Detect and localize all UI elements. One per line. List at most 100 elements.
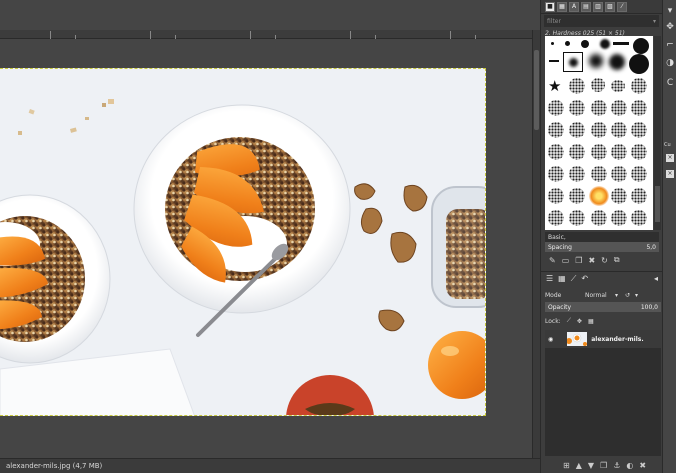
brush-swatch[interactable] bbox=[548, 166, 564, 182]
brush-swatch[interactable] bbox=[611, 166, 627, 182]
layer-name[interactable]: alexander-mils. bbox=[591, 336, 643, 343]
brush-swatch[interactable] bbox=[548, 144, 564, 160]
lock-position-icon[interactable]: ✥ bbox=[577, 318, 582, 325]
brush-swatch[interactable] bbox=[591, 122, 607, 138]
brush-swatch[interactable] bbox=[631, 78, 647, 94]
chevron-down-icon[interactable]: ▾ bbox=[635, 292, 638, 299]
new-layer-icon[interactable]: ⊞ bbox=[563, 461, 570, 470]
reset-mode-icon[interactable]: ↺ bbox=[625, 292, 635, 299]
opacity-value[interactable]: 100,0 bbox=[641, 304, 658, 311]
image-canvas[interactable] bbox=[0, 68, 486, 416]
brush-swatch[interactable] bbox=[611, 80, 625, 92]
undo-history-tab-icon[interactable]: ↶ bbox=[581, 274, 588, 283]
layer-row[interactable]: ◉ alexander-mils. bbox=[545, 330, 661, 348]
brush-swatch[interactable] bbox=[611, 188, 627, 204]
clone-tool-icon[interactable]: ◑ bbox=[665, 58, 675, 68]
brush-swatch[interactable] bbox=[569, 100, 585, 116]
brush-swatch[interactable] bbox=[591, 210, 607, 226]
move-tool-icon[interactable]: ✥ bbox=[665, 22, 675, 32]
fonts-tab-icon[interactable]: A bbox=[569, 1, 579, 12]
brush-swatch[interactable] bbox=[548, 122, 564, 138]
brush-swatch[interactable] bbox=[548, 210, 564, 226]
brush-swatch[interactable] bbox=[551, 42, 554, 45]
close-icon[interactable]: × bbox=[665, 168, 675, 178]
brush-swatch[interactable] bbox=[611, 144, 627, 160]
brush-swatch[interactable] bbox=[600, 39, 610, 49]
brush-swatch[interactable] bbox=[548, 100, 564, 116]
brush-swatch[interactable] bbox=[581, 40, 589, 48]
palette-tab-icon[interactable]: ▥ bbox=[593, 1, 603, 12]
gradients-tab-icon[interactable]: ▤ bbox=[581, 1, 591, 12]
brush-swatch[interactable] bbox=[591, 166, 607, 182]
brush-swatch[interactable] bbox=[631, 144, 647, 160]
mode-dropdown[interactable]: Normal bbox=[585, 292, 615, 299]
brush-swatch[interactable] bbox=[631, 166, 647, 182]
brush-swatch[interactable] bbox=[611, 122, 627, 138]
brush-swatch[interactable] bbox=[549, 60, 559, 62]
brush-swatch[interactable] bbox=[633, 38, 649, 54]
canvas-area[interactable]: alexander-mils.jpg (4,7 MB) bbox=[0, 0, 540, 473]
brush-swatch[interactable] bbox=[569, 188, 585, 204]
brush-filter-input[interactable]: filter bbox=[547, 18, 561, 25]
eye-icon[interactable]: ◉ bbox=[548, 336, 553, 343]
paint-brush-tab-icon[interactable]: ⁄ bbox=[617, 1, 627, 12]
channels-tab-icon[interactable]: ▦ bbox=[558, 274, 566, 283]
brush-swatch[interactable] bbox=[611, 210, 627, 226]
brush-swatch[interactable] bbox=[609, 54, 625, 70]
lower-layer-icon[interactable]: ▼ bbox=[588, 461, 594, 470]
scrollbar-thumb[interactable] bbox=[655, 186, 660, 222]
brush-swatch[interactable] bbox=[548, 188, 564, 204]
brush-swatch[interactable] bbox=[631, 210, 647, 226]
brush-swatch[interactable] bbox=[591, 100, 607, 116]
brush-tag-field[interactable]: Basic, bbox=[545, 232, 659, 242]
duplicate-layer-icon[interactable]: ❐ bbox=[600, 461, 607, 470]
star-brush-icon[interactable]: ★ bbox=[548, 78, 564, 94]
opacity-slider[interactable]: Opacity 100,0 bbox=[545, 302, 661, 312]
layer-list[interactable]: ◉ alexander-mils. bbox=[545, 330, 661, 456]
chevron-icon[interactable]: ▾ bbox=[665, 6, 675, 16]
chevron-down-icon[interactable]: ▾ bbox=[615, 292, 625, 299]
brush-swatch[interactable] bbox=[631, 188, 647, 204]
layers-tab-icon[interactable]: ☰ bbox=[546, 274, 553, 283]
brush-swatch[interactable] bbox=[589, 54, 603, 68]
delete-layer-icon[interactable]: ✖ bbox=[639, 461, 646, 470]
brush-grid-scrollbar[interactable] bbox=[654, 36, 661, 230]
brush-swatch[interactable] bbox=[611, 100, 627, 116]
brush-swatch[interactable] bbox=[569, 78, 585, 94]
color-brush-swatch[interactable] bbox=[589, 186, 609, 206]
brush-tag-value[interactable]: Basic, bbox=[548, 234, 566, 241]
brush-swatch[interactable] bbox=[631, 122, 647, 138]
canvas-vertical-scrollbar[interactable] bbox=[532, 30, 540, 458]
edit-brush-icon[interactable]: ✎ bbox=[549, 256, 556, 265]
brush-swatch[interactable] bbox=[569, 144, 585, 160]
scrollbar-thumb[interactable] bbox=[534, 50, 539, 130]
new-brush-icon[interactable]: ▭ bbox=[562, 256, 570, 265]
open-as-image-icon[interactable]: ⧉ bbox=[614, 255, 620, 265]
brush-swatch[interactable] bbox=[591, 78, 605, 92]
mask-layer-icon[interactable]: ◐ bbox=[626, 461, 633, 470]
tab-menu-icon[interactable]: ◂ bbox=[654, 274, 658, 283]
brush-swatch[interactable] bbox=[569, 122, 585, 138]
heal-tool-icon[interactable]: C bbox=[665, 78, 675, 88]
lock-pixels-icon[interactable]: ⟋ bbox=[567, 317, 571, 325]
brush-swatch[interactable] bbox=[613, 42, 629, 45]
chevron-down-icon[interactable]: ▾ bbox=[653, 18, 656, 25]
lock-alpha-icon[interactable]: ▦ bbox=[588, 318, 594, 325]
refresh-brushes-icon[interactable]: ↻ bbox=[601, 256, 608, 265]
delete-brush-icon[interactable]: ✖ bbox=[588, 256, 595, 265]
duplicate-brush-icon[interactable]: ❐ bbox=[575, 256, 582, 265]
brush-swatch[interactable] bbox=[631, 100, 647, 116]
brush-preview-grid[interactable]: ★ bbox=[545, 36, 653, 230]
raise-layer-icon[interactable]: ▲ bbox=[576, 461, 582, 470]
brush-swatch[interactable] bbox=[569, 210, 585, 226]
anchor-layer-icon[interactable]: ⚓ bbox=[613, 461, 620, 470]
paths-tab-icon[interactable]: ⟋ bbox=[571, 274, 577, 284]
crop-tool-icon[interactable]: ⌐ bbox=[665, 40, 675, 50]
brush-filter-row[interactable]: filter ▾ bbox=[544, 15, 659, 27]
spacing-value[interactable]: 5,0 bbox=[646, 244, 656, 251]
close-icon[interactable]: × bbox=[665, 152, 675, 162]
brush-swatch[interactable] bbox=[565, 41, 570, 46]
brushes-tab-icon[interactable]: ■ bbox=[545, 1, 555, 12]
spacing-slider[interactable]: Spacing 5,0 bbox=[545, 242, 659, 252]
dynamics-tab-icon[interactable]: ▧ bbox=[605, 1, 615, 12]
